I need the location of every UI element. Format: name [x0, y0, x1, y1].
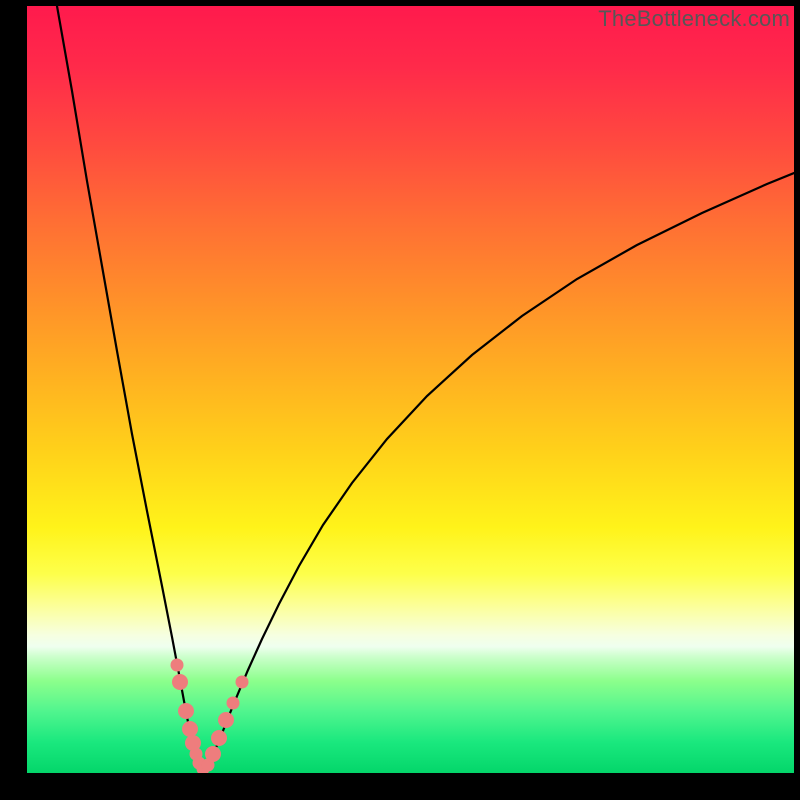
chart-frame: TheBottleneck.com [0, 0, 800, 800]
curve-layer [27, 6, 794, 773]
watermark-text: TheBottleneck.com [598, 6, 790, 32]
data-marker [171, 659, 184, 672]
data-markers [171, 659, 249, 774]
plot-area [27, 6, 794, 773]
curve-left [57, 6, 203, 771]
data-marker [205, 746, 221, 762]
data-marker [236, 676, 249, 689]
data-marker [178, 703, 194, 719]
data-marker [227, 697, 240, 710]
data-marker [211, 730, 227, 746]
curve-right [203, 173, 794, 771]
data-marker [172, 674, 188, 690]
data-marker [182, 721, 198, 737]
data-marker [218, 712, 234, 728]
